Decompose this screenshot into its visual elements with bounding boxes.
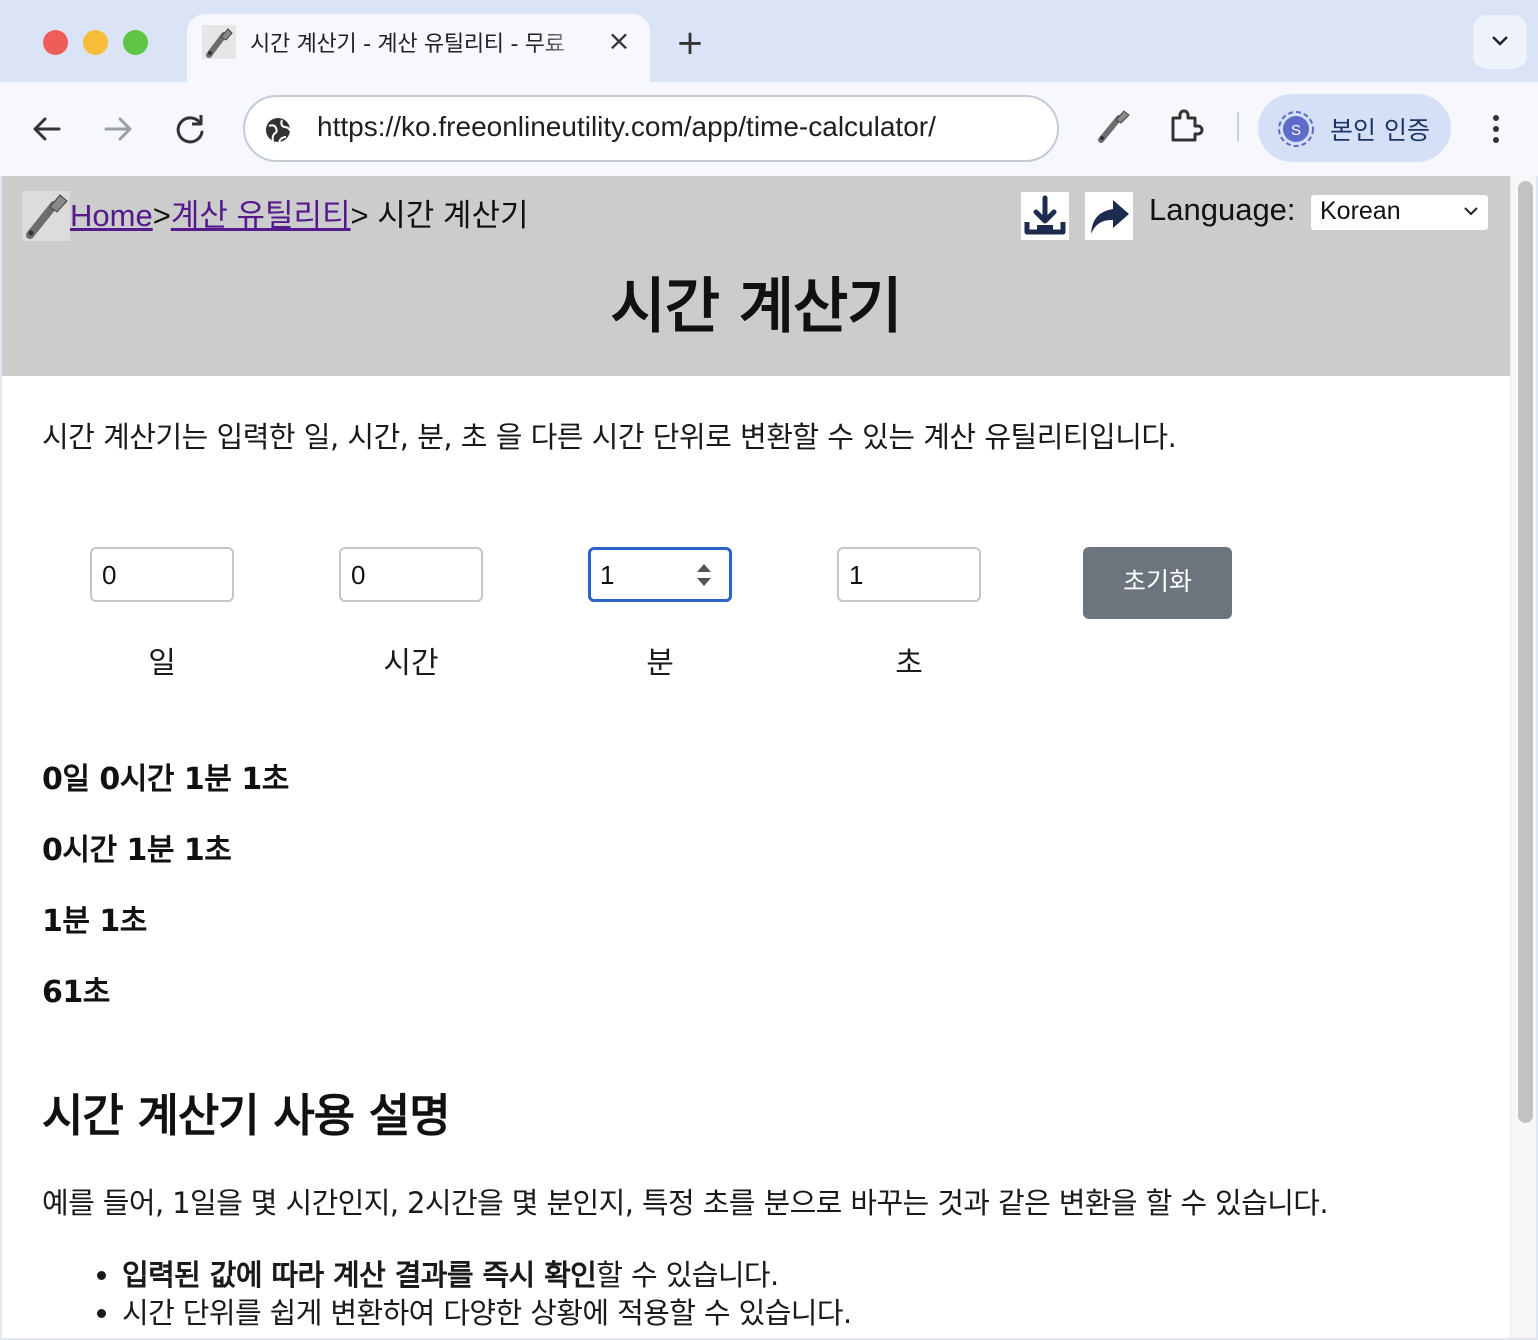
page-header: Home>계산 유틸리티> 시간 계산기 Language: Korean 시간… xyxy=(2,176,1510,376)
browser-toolbar: https://ko.freeonlineutility.com/app/tim… xyxy=(0,82,1538,176)
days-label: 일 xyxy=(148,646,176,681)
back-arrow-icon[interactable] xyxy=(24,106,70,152)
result-minutes: 1분 1초 xyxy=(42,904,147,939)
hours-input-value: 0 xyxy=(351,560,366,590)
address-bar[interactable]: https://ko.freeonlineutility.com/app/tim… xyxy=(243,95,1059,162)
list-item: 입력된 값에 따라 계산 결과를 즉시 확인할 수 있습니다. xyxy=(122,1252,852,1292)
list-item: 시간 단위를 쉽게 변환하여 다양한 상황에 적용할 수 있습니다. xyxy=(122,1290,852,1330)
tab-search-button[interactable] xyxy=(1473,15,1527,69)
seconds-label: 초 xyxy=(895,646,923,681)
result-hours: 0시간 1분 1초 xyxy=(42,833,232,868)
usage-section-title: 시간 계산기 사용 설명 xyxy=(42,1089,451,1142)
hours-input[interactable]: 0 xyxy=(339,547,483,602)
share-arrow-icon[interactable] xyxy=(1085,192,1133,240)
browser-tab-active[interactable]: 시간 계산기 - 계산 유틸리티 - 무료 × xyxy=(187,14,650,84)
language-select[interactable]: Korean xyxy=(1311,195,1488,230)
site-info-icon[interactable] xyxy=(263,115,293,145)
days-input[interactable]: 0 xyxy=(90,547,234,602)
usage-section-body: 예를 들어, 1일을 몇 시간인지, 2시간을 몇 분인지, 특정 초를 분으로… xyxy=(42,1186,1329,1220)
forward-arrow-icon[interactable] xyxy=(95,106,141,152)
more-menu-icon[interactable] xyxy=(1478,106,1514,152)
scrollbar-thumb[interactable] xyxy=(1518,181,1533,1123)
language-select-value: Korean xyxy=(1320,197,1401,225)
new-tab-plus-icon[interactable]: + xyxy=(670,24,710,64)
window-zoom-button[interactable] xyxy=(123,30,148,55)
breadcrumb: Home>계산 유틸리티> 시간 계산기 xyxy=(70,190,528,235)
minutes-input[interactable]: 1 xyxy=(588,547,732,602)
minutes-label: 분 xyxy=(646,646,674,681)
profile-initial: S xyxy=(1291,122,1301,139)
page-title: 시간 계산기 xyxy=(610,272,903,342)
minutes-input-value: 1 xyxy=(600,560,615,590)
url-text: https://ko.freeonlineutility.com/app/tim… xyxy=(317,111,936,142)
language-label: Language: xyxy=(1149,192,1296,227)
breadcrumb-separator: > xyxy=(152,198,171,233)
result-seconds: 61초 xyxy=(42,975,110,1010)
profile-label: 본인 인증 xyxy=(1330,116,1430,145)
bullet-text: 시간 단위를 쉽게 변환하여 다양한 상황에 적용할 수 있습니다. xyxy=(122,1296,852,1330)
seconds-input[interactable]: 1 xyxy=(837,547,981,602)
extensions-puzzle-icon[interactable] xyxy=(1165,106,1205,146)
browser-tab-bar: 시간 계산기 - 계산 유틸리티 - 무료 × + xyxy=(0,0,1538,84)
seconds-input-value: 1 xyxy=(849,560,864,590)
breadcrumb-category-link[interactable]: 계산 유틸리티 xyxy=(171,198,351,233)
profile-button[interactable]: S 본인 인증 xyxy=(1258,94,1451,162)
toolbar-separator xyxy=(1237,112,1239,142)
bullet-text: 할 수 있습니다. xyxy=(596,1258,779,1292)
wrench-icon xyxy=(202,25,236,59)
breadcrumb-current: 시간 계산기 xyxy=(368,198,529,233)
bullet-bold-text: 입력된 값에 따라 계산 결과를 즉시 확인 xyxy=(122,1258,597,1292)
intro-text: 시간 계산기는 입력한 일, 시간, 분, 초 을 다른 시간 단위로 변환할 … xyxy=(42,420,1177,454)
hours-label: 시간 xyxy=(383,646,439,681)
tab-close-icon[interactable]: × xyxy=(602,24,636,58)
window-close-button[interactable] xyxy=(43,30,68,55)
reset-button[interactable]: 초기화 xyxy=(1083,547,1232,619)
days-input-value: 0 xyxy=(102,560,117,590)
breadcrumb-home-link[interactable]: Home xyxy=(70,198,153,233)
usage-bullet-list: 입력된 값에 따라 계산 결과를 즉시 확인할 수 있습니다. 시간 단위를 쉽… xyxy=(122,1252,852,1330)
tab-title-fade xyxy=(537,22,597,62)
breadcrumb-separator: > xyxy=(350,198,369,233)
result-full: 0일 0시간 1분 1초 xyxy=(42,762,289,797)
site-logo-wrench-icon[interactable] xyxy=(22,191,70,241)
download-icon[interactable] xyxy=(1021,192,1069,240)
extension-wrench-icon[interactable] xyxy=(1093,106,1133,146)
chevron-down-icon xyxy=(1464,207,1478,216)
reload-icon[interactable] xyxy=(167,106,213,152)
page-viewport: Home>계산 유틸리티> 시간 계산기 Language: Korean 시간… xyxy=(2,176,1536,1338)
profile-avatar-icon: S xyxy=(1278,111,1314,147)
number-spinner-icon[interactable] xyxy=(690,558,718,592)
chevron-down-icon xyxy=(1492,36,1508,46)
window-minimize-button[interactable] xyxy=(83,30,108,55)
